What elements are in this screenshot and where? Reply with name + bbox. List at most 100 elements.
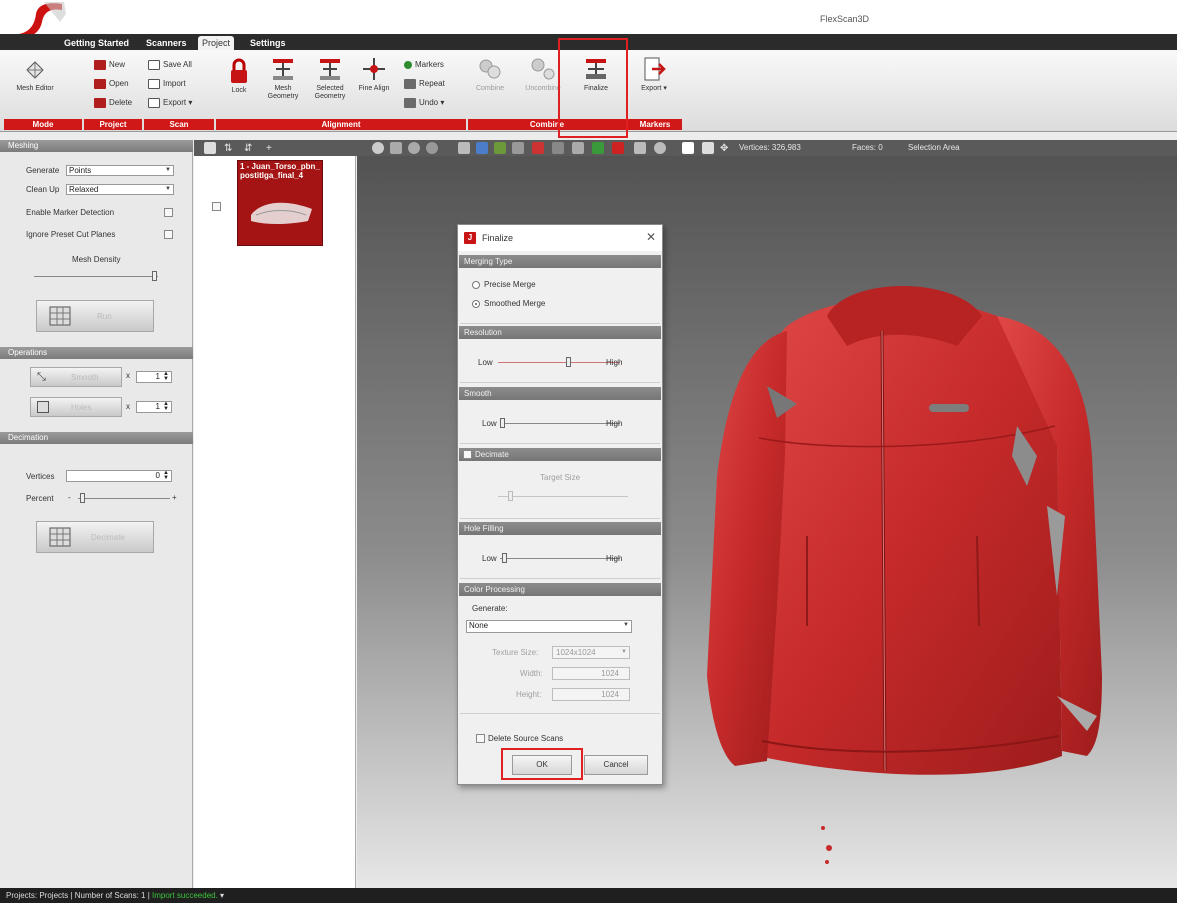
holes-button[interactable]: Holes (30, 397, 122, 417)
markers-label: Markers (415, 60, 444, 69)
decimate-button[interactable]: Decimate (36, 521, 154, 553)
ignore-preset-checkbox[interactable] (164, 230, 173, 239)
mesh-geometry-button[interactable]: Mesh Geometry (264, 56, 302, 101)
operations-header: Operations (0, 347, 193, 359)
percent-minus: - (68, 493, 71, 502)
color-view-icon[interactable] (476, 142, 488, 154)
tab-scanners[interactable]: Scanners (142, 36, 191, 50)
axis-icon[interactable] (532, 142, 544, 154)
view-mode-icon[interactable] (204, 142, 216, 154)
markers-view-icon[interactable] (612, 142, 624, 154)
hole-filling-slider[interactable] (502, 553, 507, 563)
resolution-section: Low High (460, 339, 660, 383)
percent-slider[interactable] (80, 493, 85, 503)
undo-button[interactable]: Undo ▾ (404, 96, 444, 110)
texture-size-select[interactable]: 1024x1024 ▼ (552, 646, 630, 659)
color-processing-section: Generate: None ▼ Texture Size: 1024x1024 ▼… (460, 596, 660, 714)
selected-geometry-button[interactable]: Selected Geometry (308, 56, 352, 101)
target-size-track (498, 496, 628, 497)
smooth-slider[interactable] (500, 418, 505, 428)
generate-select[interactable]: Points ▼ (66, 165, 174, 176)
run-button[interactable]: Run (36, 300, 154, 332)
lock-button[interactable]: Lock (222, 58, 256, 95)
solid-view-icon[interactable] (458, 142, 470, 154)
scan-thumbnail[interactable]: 1 - Juan_Torso_pbn_postitlga_final_4 (237, 160, 323, 246)
texture-size-value: 1024x1024 (556, 648, 596, 657)
pan-icon[interactable] (426, 142, 438, 154)
lasso-icon[interactable] (654, 142, 666, 154)
uncombine-label: Uncombine (525, 85, 561, 92)
undo-view-icon[interactable] (572, 142, 584, 154)
reset-view-icon[interactable] (372, 142, 384, 154)
height-stepper[interactable]: 1024 (552, 688, 630, 701)
holes-count-stepper[interactable]: 1 ▲ ▼ (136, 401, 172, 413)
bounding-box-icon[interactable] (552, 142, 564, 154)
smoothed-merge-radio[interactable] (472, 300, 480, 308)
new-button[interactable]: New (94, 58, 125, 72)
tab-settings[interactable]: Settings (246, 36, 290, 50)
tab-project[interactable]: Project (198, 36, 235, 50)
sort-icon[interactable]: ⇅ (224, 143, 232, 154)
width-stepper[interactable]: 1024 (552, 667, 630, 680)
delete-source-checkbox[interactable] (476, 734, 485, 743)
export-scan-button[interactable]: Export ▾ (148, 96, 192, 110)
precise-merge-label: Precise Merge (484, 280, 536, 289)
rotate-icon[interactable] (408, 142, 420, 154)
delete-button[interactable]: Delete (94, 96, 132, 110)
screen-icon[interactable] (634, 142, 646, 154)
close-icon[interactable]: ✕ (646, 230, 656, 244)
combine-button[interactable]: Combine (470, 56, 510, 93)
vertices-stepper[interactable]: 0 ▲ ▼ (66, 470, 172, 482)
resolution-slider[interactable] (566, 357, 571, 367)
target-size-slider[interactable] (508, 491, 513, 501)
mesh-density-slider[interactable] (152, 271, 157, 281)
add-icon[interactable]: + (266, 143, 272, 154)
texture-view-icon[interactable] (494, 142, 506, 154)
status-scan-count: Number of Scans: 1 (74, 891, 146, 900)
import-label: Import (163, 79, 186, 88)
finalize-highlight-box (558, 38, 628, 138)
open-button[interactable]: Open (94, 77, 129, 91)
markers-button[interactable]: Markers (404, 58, 444, 72)
decimation-header: Decimation (0, 432, 193, 444)
smooth-count-stepper[interactable]: 1 ▲ ▼ (136, 371, 172, 383)
resolution-track (498, 362, 620, 363)
scan-visibility-checkbox[interactable] (212, 202, 221, 211)
zoom-icon[interactable] (390, 142, 402, 154)
smooth-button[interactable]: ⤡ Smooth (30, 367, 122, 387)
cancel-button[interactable]: Cancel (584, 755, 648, 775)
repeat-button[interactable]: Repeat (404, 77, 445, 91)
color-generate-select[interactable]: None ▼ (466, 620, 632, 633)
undo-icon (404, 97, 416, 108)
uncombine-icon (531, 58, 555, 80)
import-button[interactable]: Import (148, 77, 186, 91)
wireframe-icon[interactable] (512, 142, 524, 154)
select-icon[interactable] (592, 142, 604, 154)
smooth-low-label: Low (482, 419, 497, 428)
flexscan-app-icon: J (464, 232, 476, 244)
texture-size-label: Texture Size: (492, 648, 539, 657)
stop-icon[interactable] (702, 142, 714, 154)
enable-marker-checkbox[interactable] (164, 208, 173, 217)
group-label-mode: Mode (4, 119, 82, 130)
window-title: FlexScan3D (820, 14, 870, 24)
sort-alt-icon[interactable]: ⇵ (244, 143, 252, 154)
cleanup-select[interactable]: Relaxed ▼ (66, 184, 174, 195)
mesh-editor-icon (26, 61, 44, 79)
precise-merge-radio[interactable] (472, 281, 480, 289)
fine-align-button[interactable]: Fine Align (356, 56, 392, 93)
meshing-header: Meshing (0, 140, 193, 152)
mesh-editor-button[interactable]: Mesh Editor (10, 58, 60, 93)
rect-select-icon[interactable] (682, 142, 694, 154)
tab-getting-started[interactable]: Getting Started (60, 36, 133, 50)
export-button[interactable]: Export ▾ (632, 56, 676, 93)
save-all-label: Save All (163, 60, 192, 69)
lock-label: Lock (231, 87, 247, 94)
decimate-label: Decimate (91, 533, 125, 542)
save-all-button[interactable]: Save All (148, 58, 192, 72)
smoothed-merge-label: Smoothed Merge (484, 299, 546, 308)
decimate-checkbox[interactable] (463, 450, 472, 459)
generate-label: Generate: (472, 604, 508, 613)
open-icon (94, 78, 106, 89)
move-icon[interactable]: ✥ (720, 143, 728, 154)
